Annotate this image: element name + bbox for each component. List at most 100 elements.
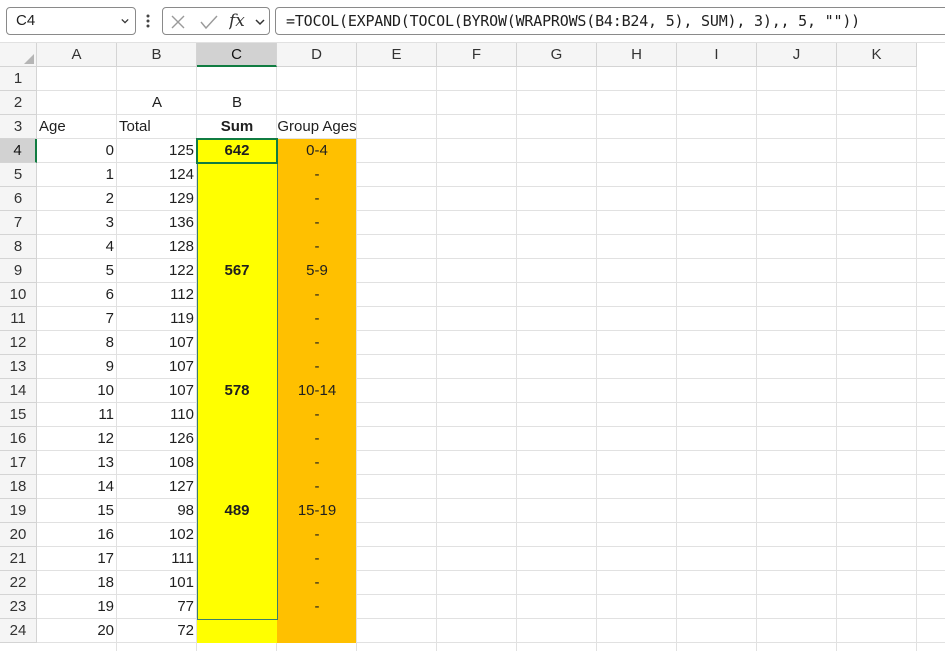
cell-a23: 19 (97, 598, 114, 615)
row-header-12[interactable]: 12 (0, 331, 37, 355)
column-header-b[interactable]: B (117, 43, 197, 67)
cell-d18: - (314, 478, 320, 495)
cell-a18: 14 (97, 478, 114, 495)
cell-d5: - (314, 166, 320, 183)
cell-b3: Total (119, 118, 151, 135)
row-header-16[interactable]: 16 (0, 427, 37, 451)
chevron-down-icon[interactable] (255, 17, 265, 27)
cell-d9: 5-9 (306, 262, 328, 279)
row-header-13[interactable]: 13 (0, 355, 37, 379)
cell-b15: 110 (170, 406, 194, 423)
cell-d16: - (314, 430, 320, 447)
cell-b13: 107 (168, 358, 194, 375)
cell-d23: - (314, 598, 320, 615)
row-header-7[interactable]: 7 (0, 211, 37, 235)
spill-range-border (197, 139, 278, 620)
column-header-k[interactable]: K (837, 43, 917, 67)
row-header-17[interactable]: 17 (0, 451, 37, 475)
cell-b16: 126 (168, 430, 194, 447)
cell-b21: 111 (171, 550, 194, 567)
column-header-g[interactable]: G (517, 43, 597, 67)
cell-a6: 2 (105, 190, 114, 207)
column-header-i[interactable]: I (677, 43, 757, 67)
row-header-3[interactable]: 3 (0, 115, 37, 139)
fx-icon[interactable]: fx (229, 11, 251, 31)
cell-b23: 77 (177, 598, 194, 615)
row-header-23[interactable]: 23 (0, 595, 37, 619)
cell-c3: Sum (220, 118, 254, 135)
row-header-10[interactable]: 10 (0, 283, 37, 307)
active-cell-c4[interactable] (196, 138, 278, 164)
cell-d7: - (314, 214, 320, 231)
row-header-6[interactable]: 6 (0, 187, 37, 211)
cell-d12: - (314, 334, 320, 351)
row-header-14[interactable]: 14 (0, 379, 37, 403)
cell-a9: 5 (105, 262, 114, 279)
cell-a24: 20 (97, 622, 114, 639)
cell-a14: 10 (97, 382, 114, 399)
row-header-15[interactable]: 15 (0, 403, 37, 427)
cell-a7: 3 (105, 214, 114, 231)
column-header-a[interactable]: A (37, 43, 117, 67)
cell-b14: 107 (168, 382, 194, 399)
cell-d10: - (314, 286, 320, 303)
row-header-20[interactable]: 20 (0, 523, 37, 547)
column-header-c[interactable]: C (197, 43, 277, 67)
cell-a15: 11 (98, 406, 114, 423)
cell-b8: 128 (168, 238, 194, 255)
cell-b12: 107 (168, 334, 194, 351)
cell-d21: - (314, 550, 320, 567)
cell-area[interactable]: A B Age Total Sum Group Ages 0 125 642 0-4 1 124-2 1… (37, 67, 945, 651)
formula-input[interactable]: =TOCOL(EXPAND(TOCOL(BYROW(WRAPROWS(B4:B2… (275, 7, 945, 35)
cell-d14: 10-14 (297, 382, 337, 399)
row-header-21[interactable]: 21 (0, 547, 37, 571)
row-header-24[interactable]: 24 (0, 619, 37, 643)
cell-a3: Age (39, 118, 66, 135)
cell-a12: 8 (105, 334, 114, 351)
vertical-dots-icon[interactable] (146, 13, 150, 29)
svg-text:fx: fx (229, 11, 245, 31)
cell-b11: 119 (170, 310, 194, 327)
cell-a5: 1 (105, 166, 114, 183)
cell-d22: - (314, 574, 320, 591)
formula-controls: fx (162, 7, 270, 35)
column-header-d[interactable]: D (277, 43, 357, 67)
column-header-h[interactable]: H (597, 43, 677, 67)
row-header-2[interactable]: 2 (0, 91, 37, 115)
cell-b9: 122 (168, 262, 194, 279)
name-box-value: C4 (16, 12, 36, 29)
cell-d19: 15-19 (297, 502, 337, 519)
column-header-e[interactable]: E (357, 43, 437, 67)
cell-b24: 72 (177, 622, 194, 639)
cell-d3: Group Ages (277, 118, 357, 135)
row-header-19[interactable]: 19 (0, 499, 37, 523)
check-icon[interactable] (200, 14, 218, 30)
row-header-9[interactable]: 9 (0, 259, 37, 283)
row-header-4[interactable]: 4 (0, 139, 37, 163)
row-header-1[interactable]: 1 (0, 67, 37, 91)
row-header-5[interactable]: 5 (0, 163, 37, 187)
spreadsheet-grid: A B Age Total Sum Group Ages 0 125 642 0-4 1 124-2 1… (0, 43, 945, 651)
column-header-j[interactable]: J (757, 43, 837, 67)
formula-bar: C4 fx =TOCOL(EXPAND(TOCOL(BYROW(WRAPROWS… (0, 0, 945, 43)
formula-text: =TOCOL(EXPAND(TOCOL(BYROW(WRAPROWS(B4:B2… (286, 12, 860, 30)
cell-d8: - (314, 238, 320, 255)
cell-b17: 108 (168, 454, 194, 471)
row-header-22[interactable]: 22 (0, 571, 37, 595)
select-all-button[interactable] (0, 43, 37, 67)
cell-b4: 125 (168, 142, 194, 159)
cell-b20: 102 (168, 526, 194, 543)
cell-d20: - (314, 526, 320, 543)
cell-a11: 7 (105, 310, 114, 327)
row-header-18[interactable]: 18 (0, 475, 37, 499)
cell-a16: 12 (97, 430, 114, 447)
chevron-down-icon[interactable] (121, 17, 129, 25)
row-header-11[interactable]: 11 (0, 307, 37, 331)
column-header-f[interactable]: F (437, 43, 517, 67)
cell-a4: 0 (105, 142, 114, 159)
name-box[interactable]: C4 (6, 7, 136, 35)
cell-d13: - (314, 358, 320, 375)
row-header-8[interactable]: 8 (0, 235, 37, 259)
x-icon[interactable] (170, 14, 186, 30)
cell-a21: 17 (97, 550, 114, 567)
